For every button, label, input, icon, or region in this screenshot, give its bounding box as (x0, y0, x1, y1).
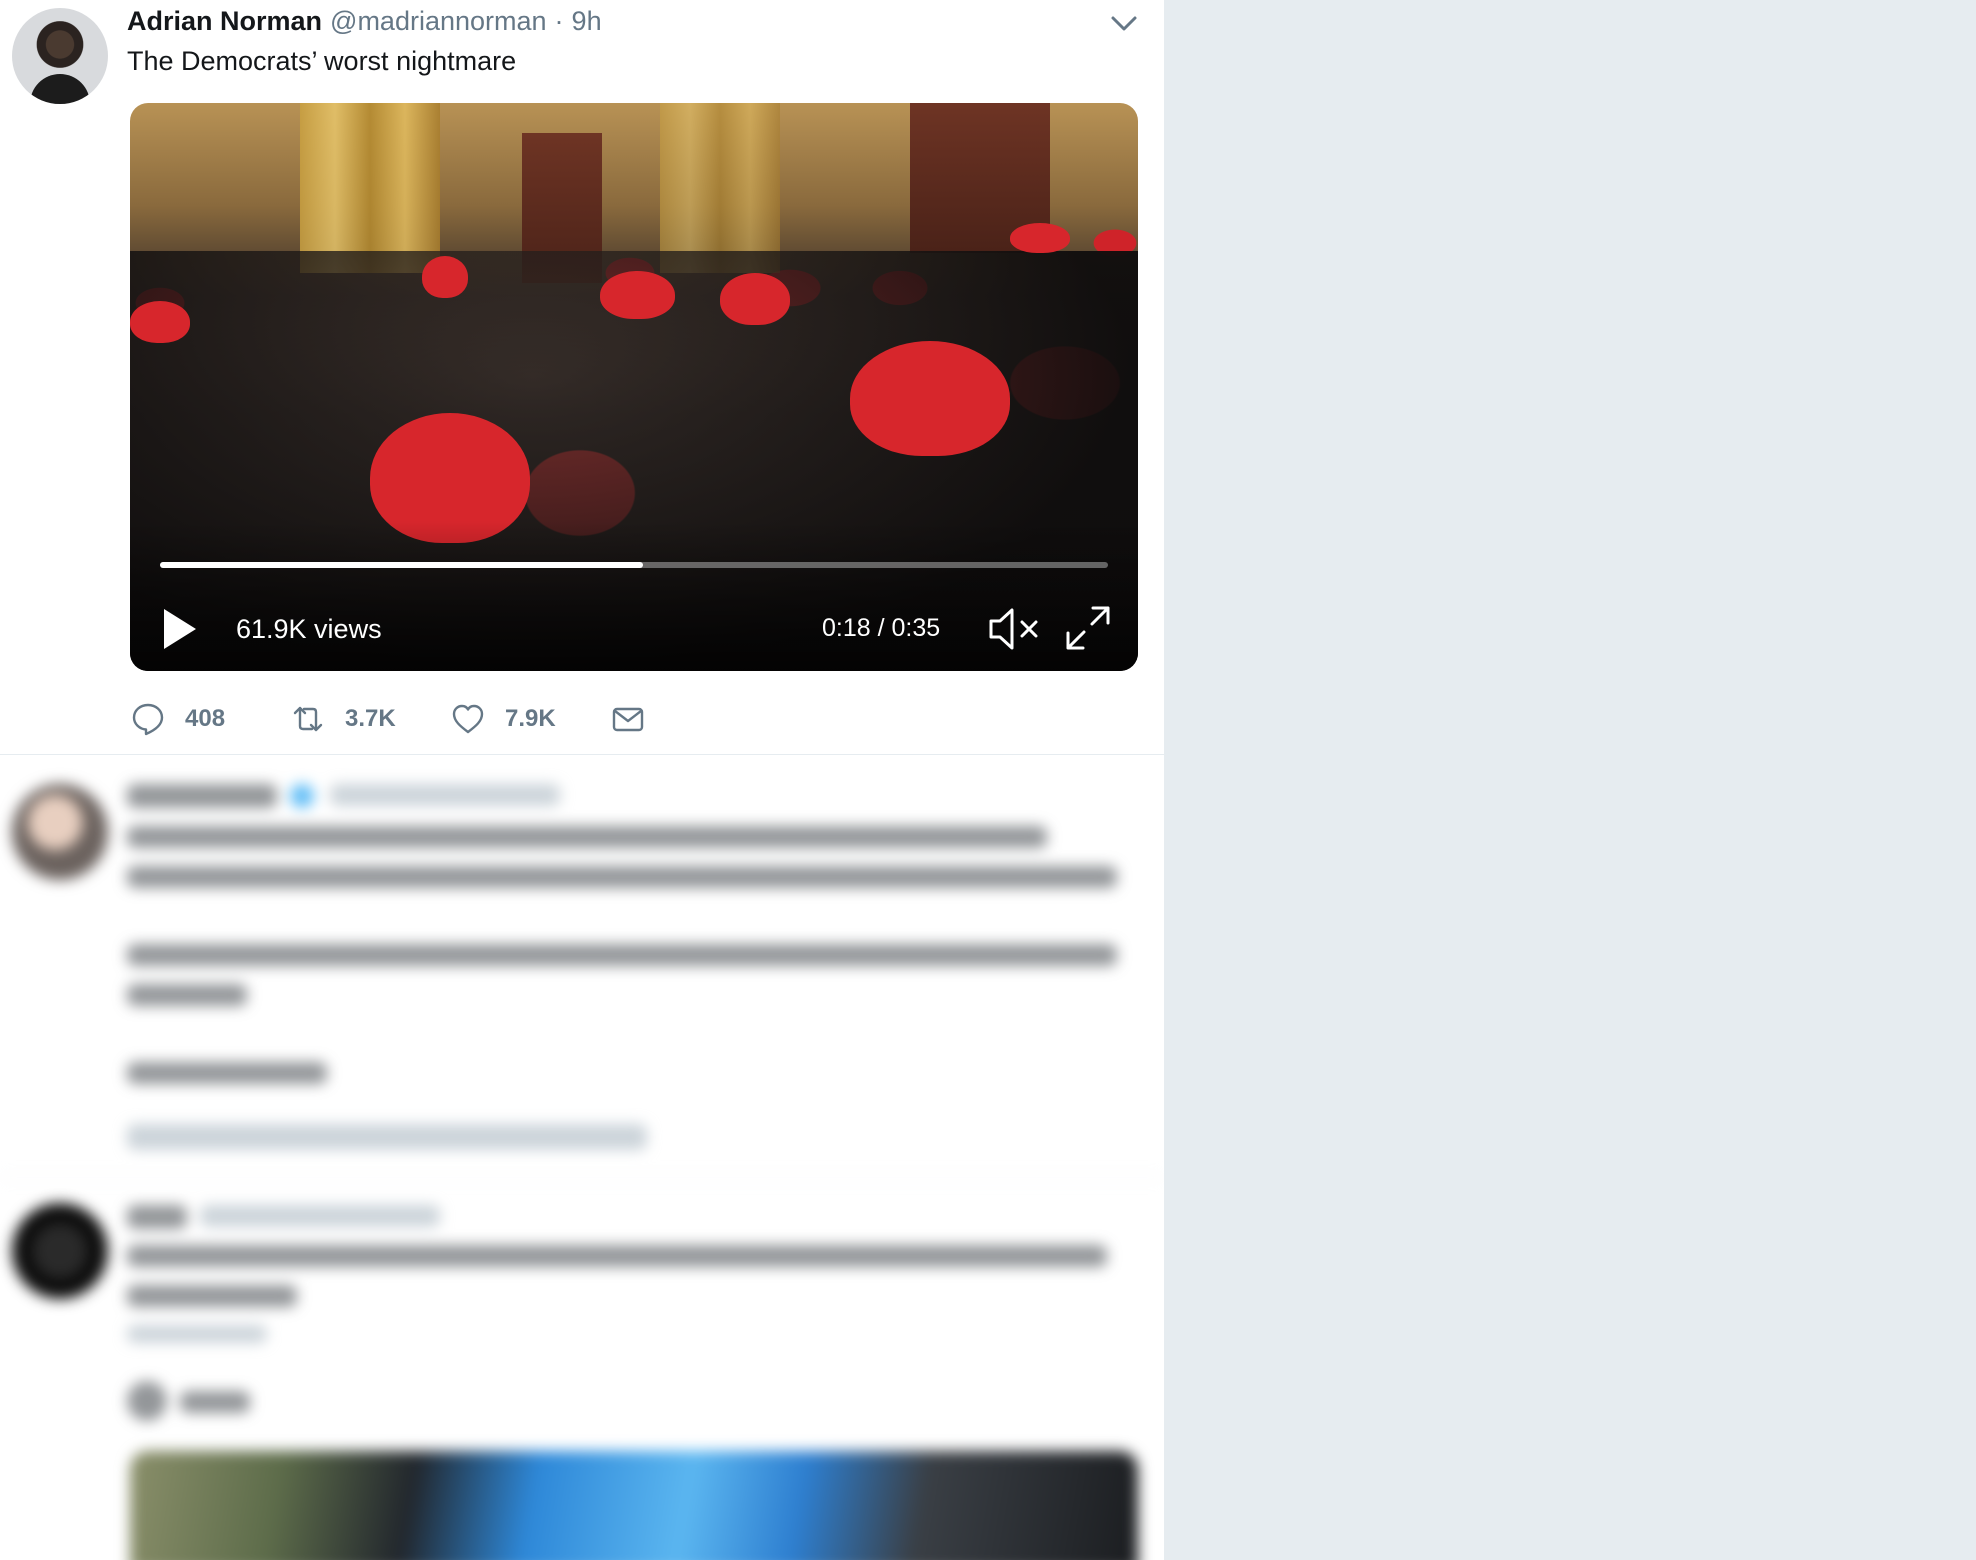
timeline: Adrian Norman @madriannorman · 9h The De… (0, 0, 1164, 1560)
tweet[interactable]: Adrian Norman @madriannorman · 9h The De… (0, 0, 1164, 755)
tweet-actions: 408 3.7K 7.9K (131, 700, 691, 738)
blurred-text (127, 826, 1047, 848)
play-icon[interactable] (162, 607, 198, 651)
muted-speaker-icon[interactable] (988, 606, 1042, 652)
author-handle[interactable]: @madriannorman (330, 6, 547, 37)
envelope-icon (612, 707, 644, 732)
chevron-down-icon[interactable] (1108, 12, 1140, 36)
reply-count: 408 (185, 705, 226, 732)
blurred-text (127, 984, 247, 1006)
tweet-header: Adrian Norman @madriannorman · 9h (127, 6, 602, 40)
video-player[interactable]: 61.9K views 0:18 / 0:35 (130, 103, 1138, 671)
blurred-tweet[interactable] (0, 756, 1164, 1178)
video-frame-hat (850, 341, 1010, 456)
verified-badge-icon (290, 784, 314, 808)
blurred-tweet[interactable] (0, 1179, 1164, 1560)
like-button[interactable]: 7.9K (451, 700, 556, 738)
blurred-text (127, 944, 1117, 966)
blurred-text (127, 1285, 297, 1307)
video-frame-hat (600, 271, 675, 319)
blurred-avatar (127, 1381, 167, 1421)
blurred-text (127, 784, 277, 808)
video-frame-curtain (660, 103, 780, 273)
video-frame-hat (422, 256, 468, 298)
retweet-icon (293, 706, 323, 732)
reply-icon (132, 703, 164, 736)
avatar[interactable] (12, 8, 108, 104)
blurred-media[interactable] (130, 1451, 1138, 1560)
retweet-button[interactable]: 3.7K (291, 700, 396, 738)
blurred-text (127, 866, 1117, 888)
header-separator: · (554, 6, 564, 36)
fullscreen-icon[interactable] (1065, 605, 1111, 651)
tweet-timestamp[interactable]: 9h (572, 6, 602, 37)
video-frame-hat (720, 273, 790, 325)
video-view-count: 61.9K views (236, 614, 382, 644)
retweet-count: 3.7K (345, 705, 396, 732)
like-count: 7.9K (505, 705, 556, 732)
video-frame-hat (1010, 223, 1070, 253)
video-progress-bar[interactable] (160, 562, 1108, 568)
direct-message-button[interactable] (611, 700, 645, 738)
avatar[interactable] (12, 1203, 108, 1299)
blurred-text (330, 784, 560, 806)
page-background (1164, 0, 1976, 1560)
video-progress-fill (160, 562, 644, 568)
blurred-text (127, 1062, 327, 1084)
blurred-text (127, 1245, 1107, 1267)
blurred-text (127, 1325, 267, 1343)
author-name[interactable]: Adrian Norman (127, 6, 322, 37)
video-frame-curtain (300, 103, 440, 273)
avatar[interactable] (12, 784, 108, 880)
heart-icon (452, 704, 484, 734)
tweet-text: The Democrats’ worst nightmare (127, 46, 517, 76)
blurred-text (127, 1205, 187, 1229)
video-controls-gradient (130, 521, 1138, 671)
reply-button[interactable]: 408 (131, 700, 225, 738)
video-time: 0:18 / 0:35 (822, 614, 941, 642)
video-frame-hat (130, 301, 190, 343)
blurred-text (200, 1205, 440, 1227)
blurred-text (180, 1391, 250, 1413)
blurred-action-bar (127, 1124, 647, 1150)
